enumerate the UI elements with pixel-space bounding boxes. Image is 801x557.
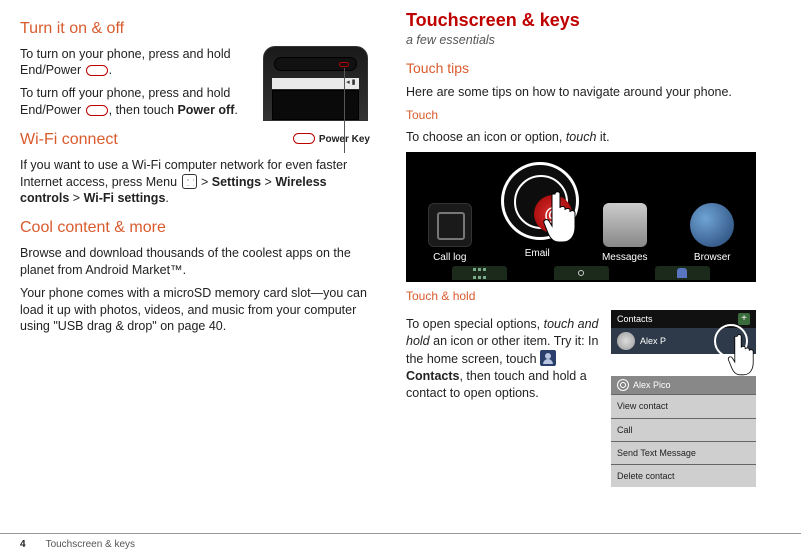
cool-content-p1: Browse and download thousands of the coo… [20, 245, 370, 279]
page-footer: 4 Touchscreen & keys [0, 533, 801, 552]
touch-hold-text: To open special options, touch and hold … [406, 316, 603, 401]
footer-section: Touchscreen & keys [46, 538, 136, 552]
wifi-text: If you want to use a Wi-Fi computer netw… [20, 157, 370, 208]
power-key-icon [86, 65, 108, 76]
touch-demo-screenshot: Call log Email Messages Browser [406, 152, 756, 282]
power-key-callout: Power Key [260, 133, 370, 147]
menu-item-delete: Delete contact [611, 464, 756, 487]
contacts-icon [540, 350, 556, 366]
phone-illustration: ◂▮ Power Key [260, 46, 370, 147]
heading-turn-on-off: Turn it on & off [20, 18, 370, 40]
heading-cool-content: Cool content & more [20, 217, 370, 239]
dock-tabs [406, 266, 756, 280]
app-browser: Browser [677, 203, 747, 265]
heading-touch: Touch [406, 107, 756, 123]
context-menu: Alex Pico View contact Call Send Text Me… [611, 376, 756, 487]
page-number: 4 [20, 538, 26, 552]
menu-item-view: View contact [611, 394, 756, 417]
power-key-icon [86, 105, 108, 116]
menu-item-sms: Send Text Message [611, 441, 756, 464]
drawer-up-icon [554, 266, 609, 280]
phone-icon [428, 203, 472, 247]
right-column: Touchscreen & keys a few essentials Touc… [406, 8, 756, 487]
power-key-icon [293, 133, 315, 144]
heading-touch-tips: Touch tips [406, 59, 756, 78]
pointer-hand-icon [541, 186, 591, 246]
cool-content-p2: Your phone comes with a microSD memory c… [20, 285, 370, 336]
touch-text: To choose an icon or option, touch it. [406, 129, 756, 146]
touch-tips-text: Here are some tips on how to navigate ar… [406, 84, 756, 101]
app-messages: Messages [590, 203, 660, 265]
contacts-demo-screenshot: Contacts + Alex P Alex Pico View contact… [611, 310, 756, 487]
power-key-highlight [339, 62, 349, 67]
context-menu-title: Alex Pico [611, 376, 756, 394]
menu-item-call: Call [611, 418, 756, 441]
subtitle: a few essentials [406, 32, 756, 49]
pointer-hand-icon [714, 324, 762, 376]
avatar-icon [617, 332, 635, 350]
app-call-log: Call log [415, 203, 485, 265]
person-icon [677, 268, 687, 278]
menu-key-icon [182, 174, 197, 189]
heading-touch-hold: Touch & hold [406, 288, 756, 304]
contact-row: Alex P [611, 328, 756, 354]
messages-icon [603, 203, 647, 247]
left-column: Turn it on & off ◂▮ Power Key To turn on… [20, 8, 370, 487]
globe-icon [690, 203, 734, 247]
heading-touchscreen-keys: Touchscreen & keys [406, 8, 756, 32]
